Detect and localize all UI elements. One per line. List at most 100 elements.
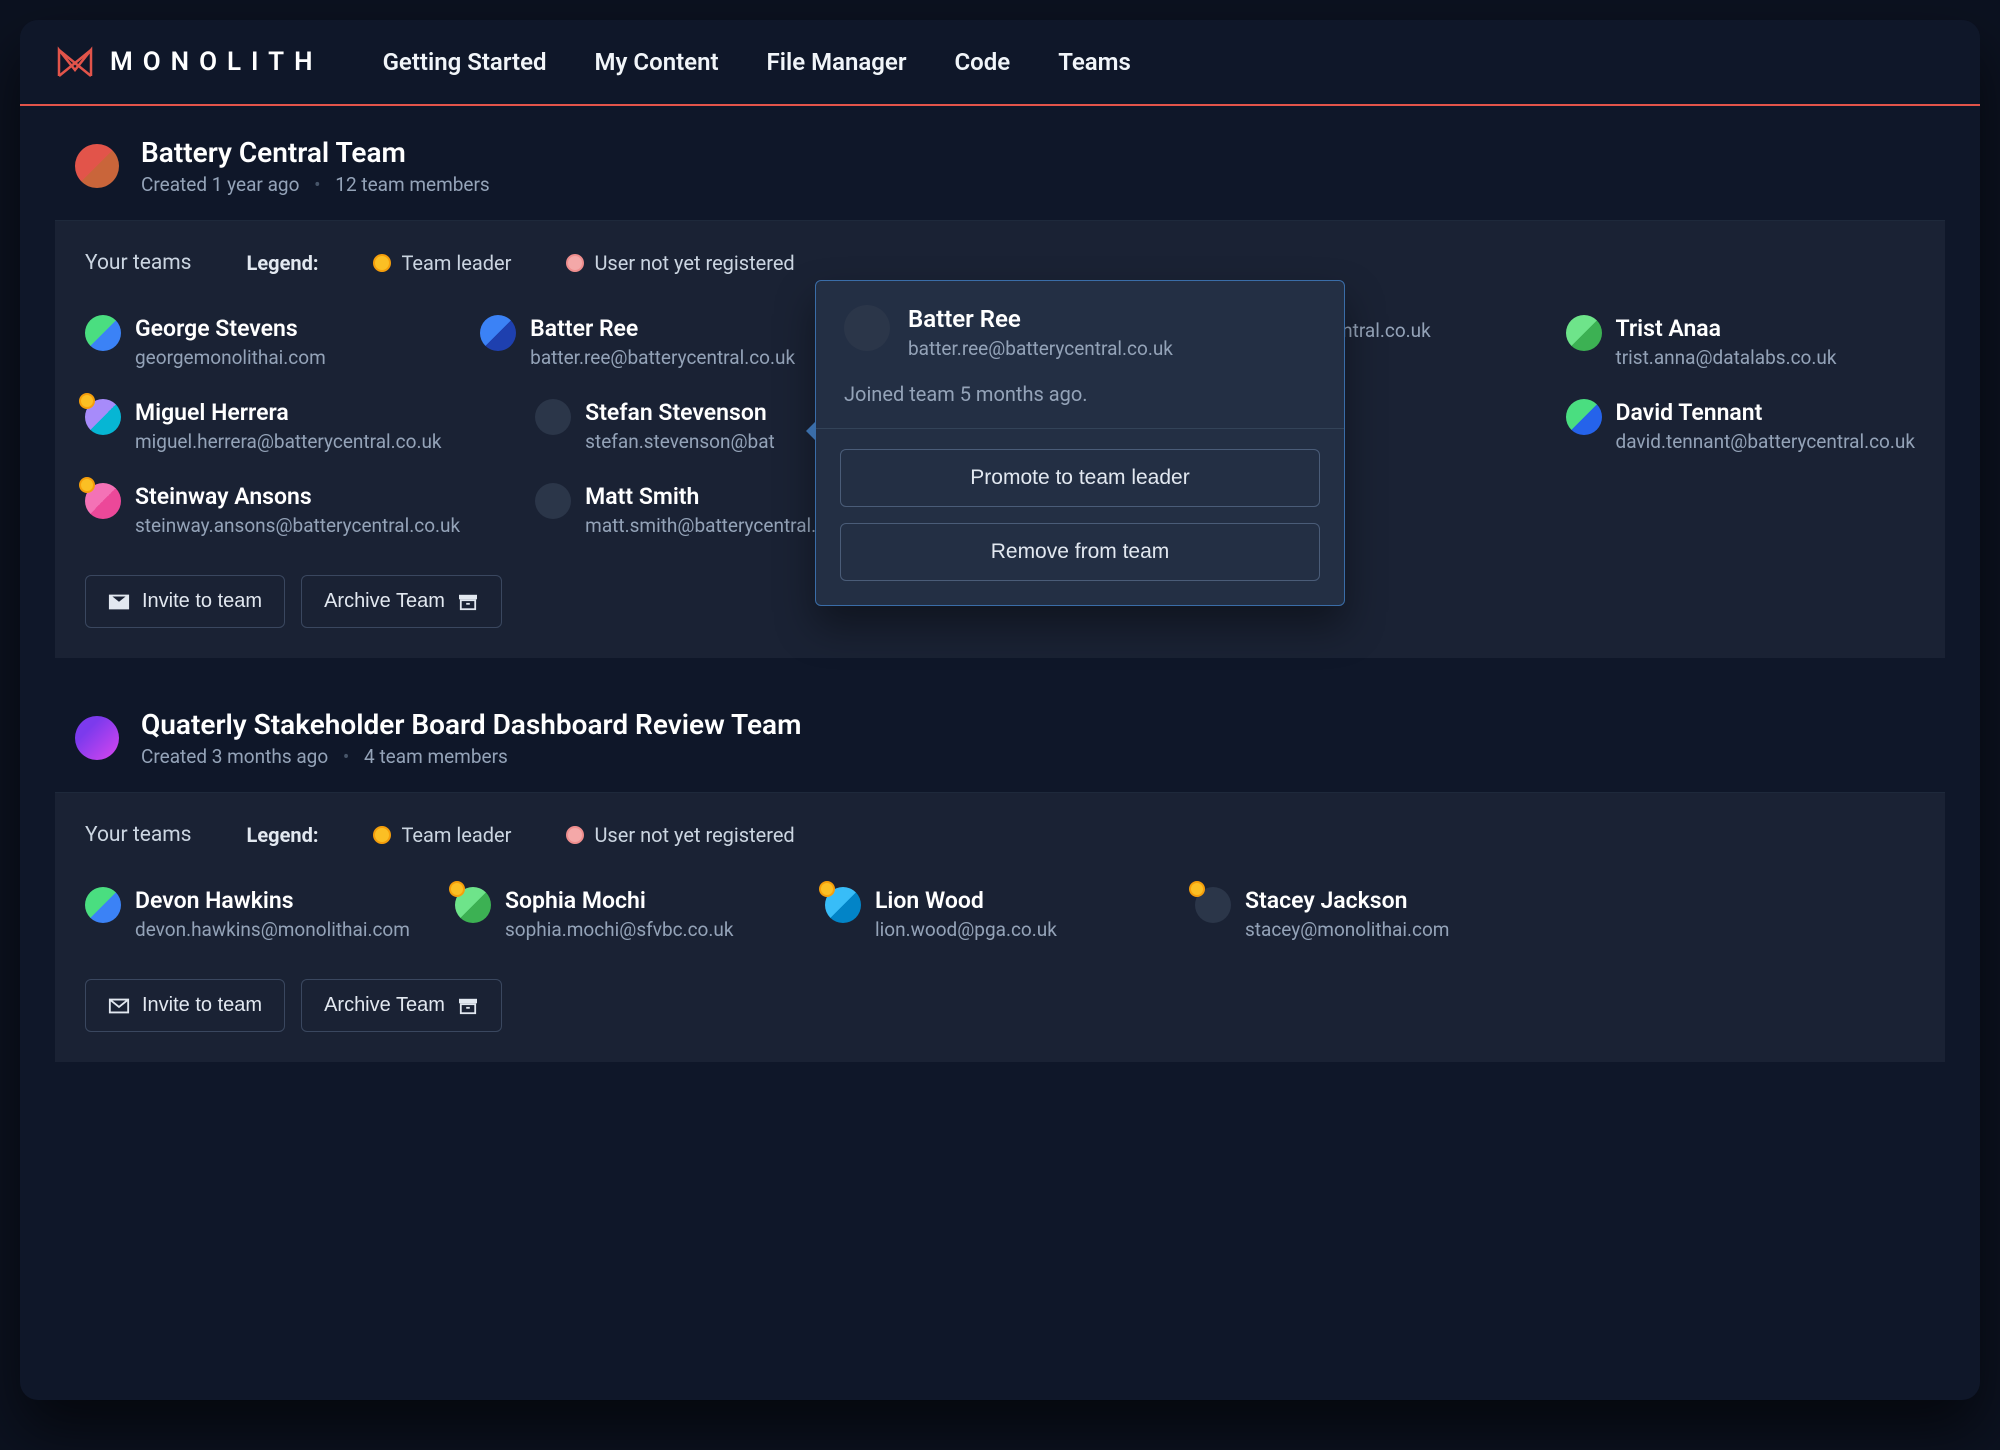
member-item[interactable]: Miguel Herrera miguel.herrera@batterycen…: [85, 399, 460, 453]
nav-getting-started[interactable]: Getting Started: [383, 48, 547, 76]
member-item[interactable]: Batter Ree batter.ree@batterycentral.co.…: [480, 315, 862, 369]
member-name: David Tennant: [1616, 399, 1915, 426]
invite-label: Invite to team: [142, 994, 262, 1017]
member-email: devon.hawkins@monolithai.com: [135, 918, 410, 941]
archive-team-button[interactable]: Archive Team: [301, 575, 502, 628]
team-header: Battery Central Team Created 1 year ago …: [20, 106, 1980, 220]
archive-label: Archive Team: [324, 994, 445, 1017]
member-name: Trist Anaa: [1616, 315, 1837, 342]
avatar-icon: [535, 483, 571, 519]
invite-to-team-button[interactable]: Invite to team: [85, 979, 285, 1032]
avatar-icon: [85, 887, 121, 923]
member-email: georgemonolithai.com: [135, 346, 326, 369]
pending-badge-icon: [566, 826, 584, 844]
member-item[interactable]: Matt Smith matt.smith@batterycentral.co.…: [535, 483, 862, 537]
nav-code[interactable]: Code: [954, 48, 1010, 76]
member-item[interactable]: Stacey Jackson stacey@monolithai.com: [1195, 887, 1545, 941]
pending-badge-icon: [566, 254, 584, 272]
monolith-logo-icon: [55, 42, 95, 82]
member-name: George Stevens: [135, 315, 326, 342]
member-item[interactable]: Steinway Ansons steinway.ansons@batteryc…: [85, 483, 460, 537]
team-leader-badge-icon: [819, 881, 835, 897]
legend-pending-text: User not yet registered: [594, 251, 794, 275]
invite-label: Invite to team: [142, 590, 262, 613]
mail-icon: [108, 593, 130, 611]
member-name: Lion Wood: [875, 887, 1057, 914]
team-header: Quaterly Stakeholder Board Dashboard Rev…: [20, 678, 1980, 792]
member-item[interactable]: Sophia Mochi sophia.mochi@sfvbc.co.uk: [455, 887, 805, 941]
member-name: Batter Ree: [530, 315, 795, 342]
legend-pending-user: User not yet registered: [566, 823, 794, 847]
avatar-icon: [1566, 399, 1602, 435]
team-panel: Your teams Legend: Team leader User not …: [55, 793, 1945, 1062]
team-section-quarterly: Quaterly Stakeholder Board Dashboard Rev…: [20, 678, 1980, 1062]
main-nav: Getting Started My Content File Manager …: [383, 48, 1131, 76]
member-item[interactable]: Trist Anaa trist.anna@datalabs.co.uk: [1566, 315, 1915, 369]
legend-label: Legend:: [247, 251, 319, 275]
promote-to-leader-button[interactable]: Promote to team leader: [840, 449, 1320, 507]
member-name: Stacey Jackson: [1245, 887, 1449, 914]
members-grid: Devon Hawkins devon.hawkins@monolithai.c…: [85, 887, 1915, 941]
member-email: sophia.mochi@sfvbc.co.uk: [505, 918, 733, 941]
member-email: david.tennant@batterycentral.co.uk: [1616, 430, 1915, 453]
team-actions: Invite to team Archive Team: [85, 979, 1915, 1032]
member-email: stacey@monolithai.com: [1245, 918, 1449, 941]
team-leader-badge-icon: [1189, 881, 1205, 897]
team-name: Quaterly Stakeholder Board Dashboard Rev…: [141, 708, 801, 741]
team-created: Created 1 year ago: [141, 173, 299, 196]
member-email: steinway.ansons@batterycentral.co.uk: [135, 514, 460, 537]
popover-actions: Promote to team leader Remove from team: [816, 429, 1344, 605]
separator-dot: •: [314, 173, 320, 196]
team-member-count: 12 team members: [335, 173, 489, 196]
member-popover: Batter Ree batter.ree@batterycentral.co.…: [815, 280, 1345, 606]
member-email: batter.ree@batterycentral.co.uk: [530, 346, 795, 369]
top-navbar: MONOLITH Getting Started My Content File…: [20, 20, 1980, 106]
legend-label: Legend:: [247, 823, 319, 847]
member-name: Stefan Stevenson: [585, 399, 775, 426]
member-name: Miguel Herrera: [135, 399, 442, 426]
nav-file-manager[interactable]: File Manager: [767, 48, 907, 76]
popover-joined-text: Joined team 5 months ago.: [816, 374, 1344, 429]
team-subtitle: Created 3 months ago • 4 team members: [141, 745, 801, 768]
member-item[interactable]: Lion Wood lion.wood@pga.co.uk: [825, 887, 1175, 941]
member-name: Sophia Mochi: [505, 887, 733, 914]
panel-title: Your teams: [85, 251, 192, 275]
member-name: Steinway Ansons: [135, 483, 460, 510]
team-created: Created 3 months ago: [141, 745, 328, 768]
popover-header: Batter Ree batter.ree@batterycentral.co.…: [816, 281, 1344, 374]
team-leader-badge-icon: [79, 393, 95, 409]
brand-name: MONOLITH: [110, 47, 323, 77]
nav-teams[interactable]: Teams: [1058, 48, 1131, 76]
avatar-icon: [535, 399, 571, 435]
archive-team-button[interactable]: Archive Team: [301, 979, 502, 1032]
archive-icon: [457, 593, 479, 611]
archive-icon: [457, 997, 479, 1015]
team-member-count: 4 team members: [364, 745, 508, 768]
legend-leader-text: Team leader: [401, 251, 511, 275]
archive-label: Archive Team: [324, 590, 445, 613]
avatar-icon: [480, 315, 516, 351]
mail-icon: [108, 997, 130, 1015]
member-name: Devon Hawkins: [135, 887, 410, 914]
legend-team-leader: Team leader: [373, 823, 511, 847]
team-avatar-icon: [75, 144, 119, 188]
team-subtitle: Created 1 year ago • 12 team members: [141, 173, 490, 196]
member-item[interactable]: George Stevens georgemonolithai.com: [85, 315, 460, 369]
team-leader-badge-icon: [373, 254, 391, 272]
team-leader-badge-icon: [449, 881, 465, 897]
legend-pending-text: User not yet registered: [594, 823, 794, 847]
panel-header: Your teams Legend: Team leader User not …: [85, 251, 1915, 275]
member-item[interactable]: Devon Hawkins devon.hawkins@monolithai.c…: [85, 887, 435, 941]
member-email: lion.wood@pga.co.uk: [875, 918, 1057, 941]
team-leader-badge-icon: [373, 826, 391, 844]
invite-to-team-button[interactable]: Invite to team: [85, 575, 285, 628]
member-email: trist.anna@datalabs.co.uk: [1616, 346, 1837, 369]
brand-logo[interactable]: MONOLITH: [55, 42, 323, 82]
member-item[interactable]: David Tennant david.tennant@batterycentr…: [1566, 399, 1915, 453]
team-avatar-icon: [75, 716, 119, 760]
panel-header: Your teams Legend: Team leader User not …: [85, 823, 1915, 847]
legend-pending-user: User not yet registered: [566, 251, 794, 275]
nav-my-content[interactable]: My Content: [595, 48, 719, 76]
remove-from-team-button[interactable]: Remove from team: [840, 523, 1320, 581]
popover-member-name: Batter Ree: [908, 305, 1173, 333]
